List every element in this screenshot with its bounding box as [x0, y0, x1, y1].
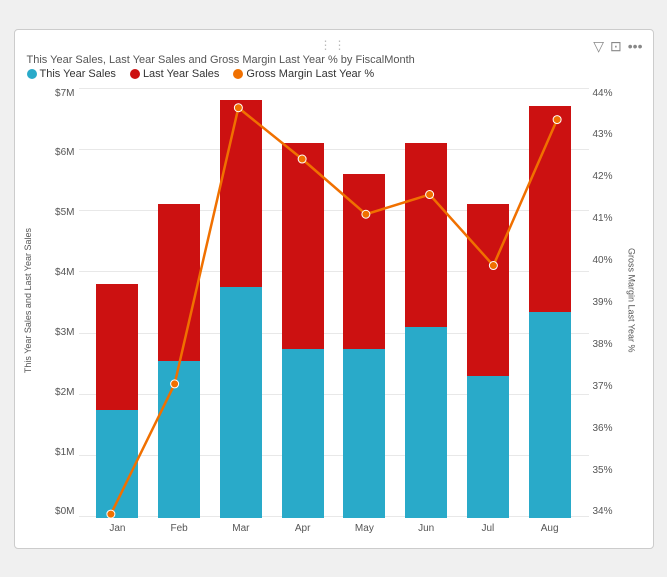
bar-blue-apr [282, 349, 324, 518]
x-label-apr: Apr [272, 523, 334, 534]
legend-label-gross-margin: Gross Margin Last Year % [246, 68, 374, 80]
bar-red-jan [96, 284, 138, 410]
y-right-40: 40% [593, 255, 613, 266]
y-axis-left: $7M $6M $5M $4M $3M $2M $1M $0M [41, 84, 79, 540]
gross-margin-dot [233, 69, 243, 79]
icons-row: ▽ ⊡ ••• [593, 38, 642, 55]
bar-blue-may [343, 349, 385, 518]
chart-title: This Year Sales, Last Year Sales and Gro… [23, 54, 645, 66]
more-icon[interactable]: ••• [628, 38, 643, 54]
bar-red-jul [467, 204, 509, 376]
bar-group-feb [148, 88, 210, 518]
bar-blue-jun [405, 327, 447, 517]
x-label-mar: Mar [210, 523, 272, 534]
legend: This Year Sales Last Year Sales Gross Ma… [23, 68, 645, 80]
bar-blue-aug [529, 312, 571, 518]
y-right-34: 34% [593, 506, 613, 517]
y-right-36: 36% [593, 423, 613, 434]
y-tick-4m: $4M [55, 267, 74, 278]
y-tick-0m: $0M [55, 506, 74, 517]
bar-group-mar [210, 88, 272, 518]
bars-container [79, 88, 589, 518]
bar-group-jul [457, 88, 519, 518]
bar-blue-feb [158, 361, 200, 518]
bar-red-feb [158, 204, 200, 361]
y-tick-1m: $1M [55, 447, 74, 458]
x-label-may: May [334, 523, 396, 534]
top-bar: ⋮⋮ [23, 38, 645, 52]
y-axis-left-title: This Year Sales and Last Year Sales [23, 228, 33, 373]
x-label-aug: Aug [519, 523, 581, 534]
bar-group-jan [87, 88, 149, 518]
last-year-dot [130, 69, 140, 79]
bar-red-mar [220, 100, 262, 287]
bar-red-apr [282, 143, 324, 349]
bar-blue-jan [96, 410, 138, 518]
y-right-41: 41% [593, 213, 613, 224]
drag-handle: ⋮⋮ [320, 38, 348, 52]
plot-area: JanFebMarAprMayJunJulAug [79, 84, 589, 540]
legend-item-gross-margin: Gross Margin Last Year % [233, 68, 374, 80]
expand-icon[interactable]: ⊡ [610, 38, 622, 55]
y-right-39: 39% [593, 297, 613, 308]
bar-red-aug [529, 106, 571, 312]
x-label-jun: Jun [395, 523, 457, 534]
bar-blue-jul [467, 376, 509, 517]
filter-icon[interactable]: ▽ [593, 38, 604, 55]
legend-label-last-year: Last Year Sales [143, 68, 219, 80]
this-year-dot [27, 69, 37, 79]
y-right-35: 35% [593, 465, 613, 476]
bar-blue-mar [220, 287, 262, 517]
bar-red-jun [405, 143, 447, 327]
x-axis: JanFebMarAprMayJunJulAug [79, 518, 589, 540]
bar-group-apr [272, 88, 334, 518]
bar-group-jun [395, 88, 457, 518]
y-right-37: 37% [593, 381, 613, 392]
y-tick-7m: $7M [55, 88, 74, 99]
chart-area: This Year Sales and Last Year Sales $7M … [23, 84, 645, 540]
y-tick-6m: $6M [55, 147, 74, 158]
x-label-feb: Feb [148, 523, 210, 534]
y-axis-right-title: Gross Margin Last Year % [627, 248, 637, 353]
x-label-jul: Jul [457, 523, 519, 534]
y-tick-3m: $3M [55, 327, 74, 338]
y-right-43: 43% [593, 129, 613, 140]
legend-item-last-year: Last Year Sales [130, 68, 219, 80]
legend-label-this-year: This Year Sales [40, 68, 116, 80]
y-right-38: 38% [593, 339, 613, 350]
bar-group-may [334, 88, 396, 518]
x-label-jan: Jan [87, 523, 149, 534]
y-right-44: 44% [593, 88, 613, 99]
bar-group-aug [519, 88, 581, 518]
y-tick-2m: $2M [55, 387, 74, 398]
y-tick-5m: $5M [55, 207, 74, 218]
legend-item-this-year: This Year Sales [27, 68, 116, 80]
y-axis-right: 44% 43% 42% 41% 40% 39% 38% 37% 36% 35% … [589, 84, 627, 540]
bar-red-may [343, 174, 385, 349]
chart-card: ⋮⋮ ▽ ⊡ ••• This Year Sales, Last Year Sa… [14, 29, 654, 549]
y-right-42: 42% [593, 171, 613, 182]
